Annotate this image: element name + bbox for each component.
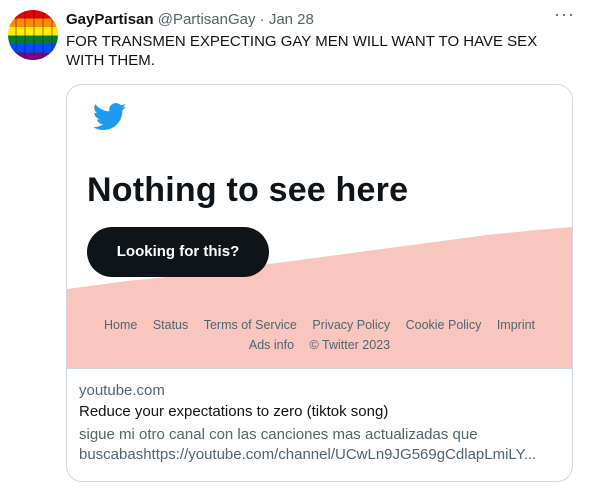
card-description-line: buscabashttps://youtube.com/channel/UCwL… [79, 446, 537, 463]
link-card[interactable]: Nothing to see here Looking for this? Ho… [66, 84, 573, 482]
author-handle[interactable]: @PartisanGay [158, 11, 256, 28]
avatar[interactable] [8, 10, 58, 60]
tweet-header: GayPartisan @PartisanGay · Jan 28 [66, 10, 587, 30]
tweet-date[interactable]: Jan 28 [269, 11, 314, 28]
card-description-line: sigue mi otro canal con las canciones ma… [79, 426, 478, 443]
card-meta[interactable]: youtube.com Reduce your expectations to … [67, 368, 572, 481]
author-name[interactable]: GayPartisan [66, 11, 154, 28]
looking-for-this-button[interactable]: Looking for this? [87, 227, 269, 277]
footer-link-home[interactable]: Home [104, 318, 137, 332]
footer-link-status[interactable]: Status [153, 318, 188, 332]
twitter-bird-icon [93, 103, 127, 131]
footer-link-terms[interactable]: Terms of Service [204, 318, 297, 332]
separator: · [259, 11, 265, 28]
card-domain: youtube.com [79, 382, 165, 399]
card-preview-image[interactable]: Nothing to see here Looking for this? Ho… [67, 85, 572, 368]
card-title: Reduce your expectations to zero (tiktok… [79, 403, 389, 420]
footer-link-imprint[interactable]: Imprint [497, 318, 535, 332]
footer-copyright: © Twitter 2023 [309, 338, 391, 352]
more-horizontal-icon[interactable]: ··· [554, 5, 575, 23]
footer-link-privacy[interactable]: Privacy Policy [312, 318, 390, 332]
footer-link-ads-info[interactable]: Ads info [249, 338, 294, 352]
tweet-text: FOR TRANSMEN EXPECTING GAY MEN WILL WANT… [66, 33, 538, 69]
footer-link-cookie[interactable]: Cookie Policy [406, 318, 482, 332]
preview-footer-links: Home Status Terms of Service Privacy Pol… [67, 315, 572, 355]
preview-headline: Nothing to see here [87, 171, 409, 209]
card-description: sigue mi otro canal con las canciones ma… [79, 425, 559, 465]
